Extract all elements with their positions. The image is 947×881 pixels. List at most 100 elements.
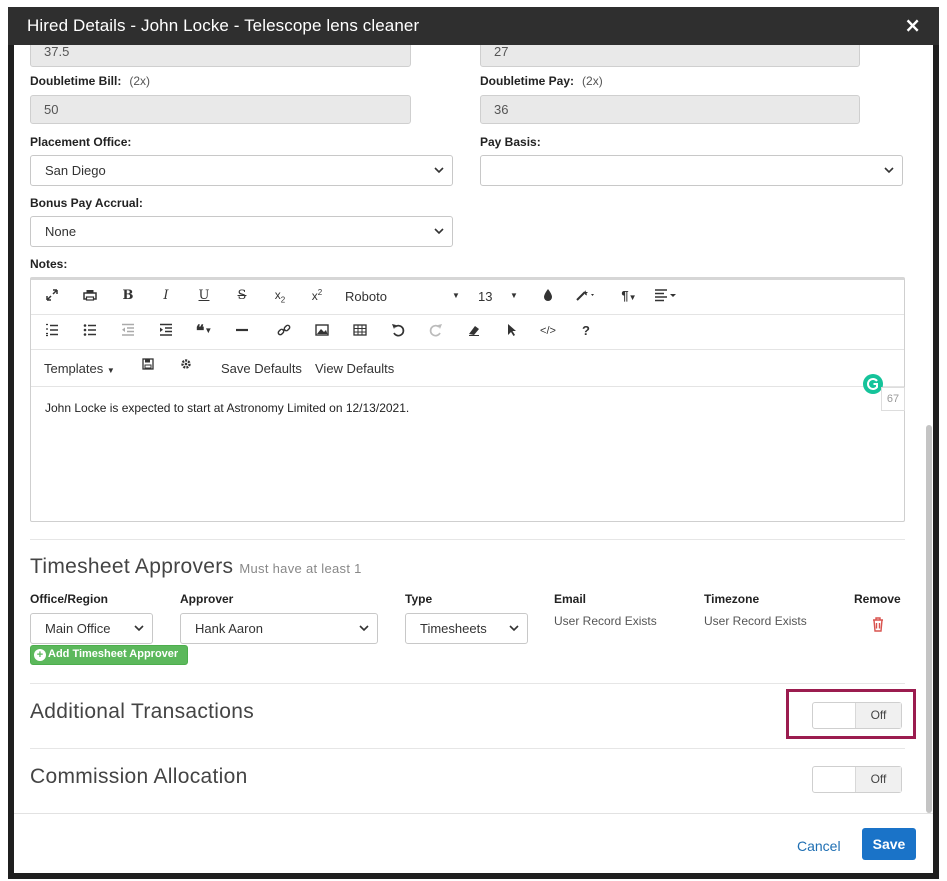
overtime-bill-field[interactable]: 37.5 [30, 45, 411, 67]
approver-select[interactable]: Hank Aaron [180, 613, 378, 644]
save-floppy-icon[interactable] [139, 358, 157, 378]
templates-dropdown[interactable]: Templates ▼ [44, 361, 115, 376]
scrollbar-thumb[interactable] [926, 425, 932, 813]
bold-icon[interactable]: B [119, 288, 137, 308]
char-count: 67 [881, 387, 905, 411]
approver-email: User Record Exists [554, 614, 657, 628]
pointer-icon[interactable] [503, 323, 521, 343]
toggle-state: Off [855, 767, 901, 792]
cancel-button[interactable]: Cancel [797, 838, 841, 854]
unordered-list-icon[interactable] [81, 323, 99, 343]
doubletime-pay-field[interactable]: 36 [480, 95, 860, 124]
eraser-icon[interactable] [465, 323, 483, 343]
magic-wand-icon[interactable] [573, 288, 599, 308]
bonus-pay-value: None [45, 224, 77, 239]
chevron-down-icon [884, 167, 894, 174]
font-family-caret-icon[interactable]: ▼ [451, 291, 461, 311]
bonus-pay-select[interactable]: None [30, 216, 453, 247]
italic-icon[interactable]: I [157, 288, 175, 308]
placement-office-select[interactable]: San Diego [30, 155, 453, 186]
approver-value: Hank Aaron [195, 621, 263, 636]
chevron-down-icon [434, 167, 444, 174]
placement-office-label: Placement Office: [30, 135, 132, 149]
help-icon[interactable]: ? [577, 323, 595, 343]
horizontal-rule-icon[interactable] [233, 323, 251, 343]
font-size-caret-icon[interactable]: ▼ [509, 291, 519, 311]
col-remove: Remove [854, 592, 901, 606]
link-icon[interactable] [275, 323, 293, 343]
redo-icon[interactable] [427, 323, 445, 343]
print-icon[interactable] [81, 288, 99, 308]
bonus-pay-label: Bonus Pay Accrual: [30, 196, 143, 210]
chevron-down-icon [434, 228, 444, 235]
divider [30, 539, 905, 540]
col-timezone: Timezone [704, 592, 760, 606]
blockquote-icon[interactable]: ❝▼ [191, 321, 217, 341]
close-icon[interactable]: × [904, 13, 921, 37]
additional-transactions-toggle[interactable]: Off [812, 702, 902, 729]
chevron-down-icon [359, 625, 369, 632]
save-defaults-button[interactable]: Save Defaults [221, 361, 302, 376]
indent-icon[interactable] [157, 323, 175, 343]
commission-allocation-title: Commission Allocation [30, 765, 248, 788]
save-button[interactable]: Save [862, 828, 916, 860]
view-defaults-button[interactable]: View Defaults [315, 361, 394, 376]
col-approver: Approver [180, 592, 234, 606]
notes-text-area[interactable]: John Locke is expected to start at Astro… [31, 387, 904, 522]
code-view-icon[interactable]: </> [537, 325, 559, 345]
commission-allocation-toggle[interactable]: Off [812, 766, 902, 793]
font-family-select[interactable]: Roboto [345, 289, 387, 304]
overtime-pay-field[interactable]: 27 [480, 45, 860, 67]
subscript-icon[interactable]: x2 [271, 288, 289, 308]
editor-toolbar-row-3: Templates ▼ Save Defaults View Defaults [31, 350, 904, 387]
approver-type-select[interactable]: Timesheets [405, 613, 528, 644]
chevron-down-icon [509, 625, 519, 632]
notes-label: Notes: [30, 257, 68, 271]
pay-basis-label: Pay Basis: [480, 135, 541, 149]
trash-icon[interactable] [871, 616, 885, 636]
modal-footer: Cancel Save [14, 813, 933, 873]
paragraph-icon[interactable]: ¶▼ [617, 288, 641, 308]
add-timesheet-approver-button[interactable]: + Add Timesheet Approver [30, 645, 188, 665]
align-icon[interactable] [653, 288, 679, 308]
editor-toolbar-row-2: ❝▼ </> ? [31, 315, 904, 350]
pay-basis-select[interactable] [480, 155, 903, 186]
doubletime-bill-label: Doubletime Bill: (2x) [30, 74, 151, 88]
additional-transactions-title: Additional Transactions [30, 700, 255, 723]
plus-circle-icon: + [34, 649, 46, 661]
toggle-state: Off [855, 703, 901, 728]
ordered-list-icon[interactable] [43, 323, 61, 343]
col-email: Email [554, 592, 587, 606]
approver-office-select[interactable]: Main Office [30, 613, 153, 644]
doubletime-bill-field[interactable]: 50 [30, 95, 411, 124]
modal-titlebar: Hired Details - John Locke - Telescope l… [8, 7, 939, 45]
col-type: Type [405, 592, 433, 606]
modal-title: Hired Details - John Locke - Telescope l… [27, 16, 420, 35]
underline-icon[interactable]: U [195, 288, 213, 308]
scrollbar[interactable] [925, 45, 933, 813]
editor-toolbar-row-1: B I U S x2 x2 Roboto ▼ 13 ▼ ¶▼ [31, 280, 904, 315]
placement-office-value: San Diego [45, 163, 106, 178]
image-icon[interactable] [313, 323, 331, 343]
color-drop-icon[interactable] [539, 288, 557, 308]
doubletime-pay-label: Doubletime Pay: (2x) [480, 74, 603, 88]
approver-office-value: Main Office [45, 621, 111, 636]
undo-icon[interactable] [389, 323, 407, 343]
timesheet-approvers-title: Timesheet Approvers Must have at least 1 [30, 555, 362, 578]
grammarly-icon[interactable] [863, 374, 883, 394]
table-icon[interactable] [351, 323, 369, 343]
notes-text: John Locke is expected to start at Astro… [45, 401, 410, 415]
settings-gear-icon[interactable] [177, 358, 195, 378]
col-office-region: Office/Region [30, 592, 109, 606]
outdent-icon[interactable] [119, 323, 137, 343]
font-size-select[interactable]: 13 [478, 289, 492, 304]
superscript-icon[interactable]: x2 [308, 288, 326, 308]
approver-timezone: User Record Exists [704, 614, 807, 628]
fullscreen-icon[interactable] [43, 288, 61, 308]
strikethrough-icon[interactable]: S [233, 288, 251, 308]
chevron-down-icon [134, 625, 144, 632]
approver-type-value: Timesheets [420, 621, 487, 636]
notes-editor: B I U S x2 x2 Roboto ▼ 13 ▼ ¶▼ ❝▼ </> ? … [30, 277, 905, 522]
modal-body: 37.5 27 Doubletime Bill: (2x) 50 Doubleti… [14, 45, 933, 873]
divider [30, 748, 905, 749]
